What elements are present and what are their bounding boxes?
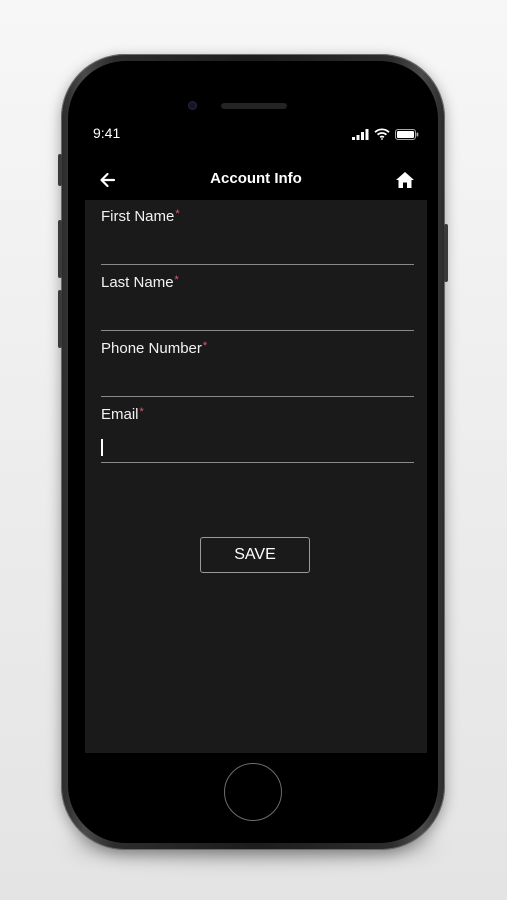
silent-switch <box>58 154 62 186</box>
phone-number-required-mark: * <box>202 340 208 352</box>
status-time: 9:41 <box>93 125 121 141</box>
signal-icon <box>352 128 369 140</box>
account-form: First Name* Last Name* Phone Number* Ema… <box>85 200 427 753</box>
save-button[interactable]: SAVE <box>200 537 310 573</box>
volume-up-button <box>58 220 62 278</box>
device-home-button[interactable] <box>224 763 282 821</box>
navigation-bar: Account Info <box>85 160 427 200</box>
home-nav-button[interactable] <box>394 170 416 190</box>
first-name-field: First Name* <box>101 208 414 265</box>
power-button <box>444 224 448 282</box>
first-name-required-mark: * <box>175 208 180 220</box>
email-required-mark: * <box>139 406 144 418</box>
phone-number-input[interactable] <box>101 370 414 394</box>
page-title: Account Info <box>210 170 302 187</box>
email-label-text: Email <box>101 406 139 423</box>
volume-down-button <box>58 290 62 348</box>
first-name-input[interactable] <box>101 238 414 262</box>
status-bar: 9:41 <box>85 120 427 150</box>
first-name-label: First Name* <box>101 208 180 225</box>
battery-icon <box>395 128 419 140</box>
front-camera <box>188 101 197 110</box>
phone-number-label: Phone Number* <box>101 340 207 357</box>
email-label: Email* <box>101 406 144 423</box>
last-name-label: Last Name* <box>101 274 179 291</box>
last-name-required-mark: * <box>174 274 179 286</box>
text-cursor <box>101 439 103 456</box>
phone-number-label-text: Phone Number <box>101 340 202 357</box>
email-field: Email* <box>101 406 414 463</box>
screen: 9:41 Account Info First Name* Last Name*… <box>85 120 427 753</box>
phone-frame: 9:41 Account Info First Name* Last Name*… <box>58 54 448 850</box>
home-icon <box>396 172 414 188</box>
last-name-field: Last Name* <box>101 274 414 331</box>
first-name-label-text: First Name <box>101 208 175 225</box>
status-icons <box>352 128 419 140</box>
last-name-input[interactable] <box>101 304 414 328</box>
wifi-icon <box>374 128 390 140</box>
earpiece-speaker <box>221 103 287 109</box>
phone-number-field: Phone Number* <box>101 340 414 397</box>
last-name-label-text: Last Name <box>101 274 174 291</box>
email-input[interactable] <box>101 436 414 460</box>
